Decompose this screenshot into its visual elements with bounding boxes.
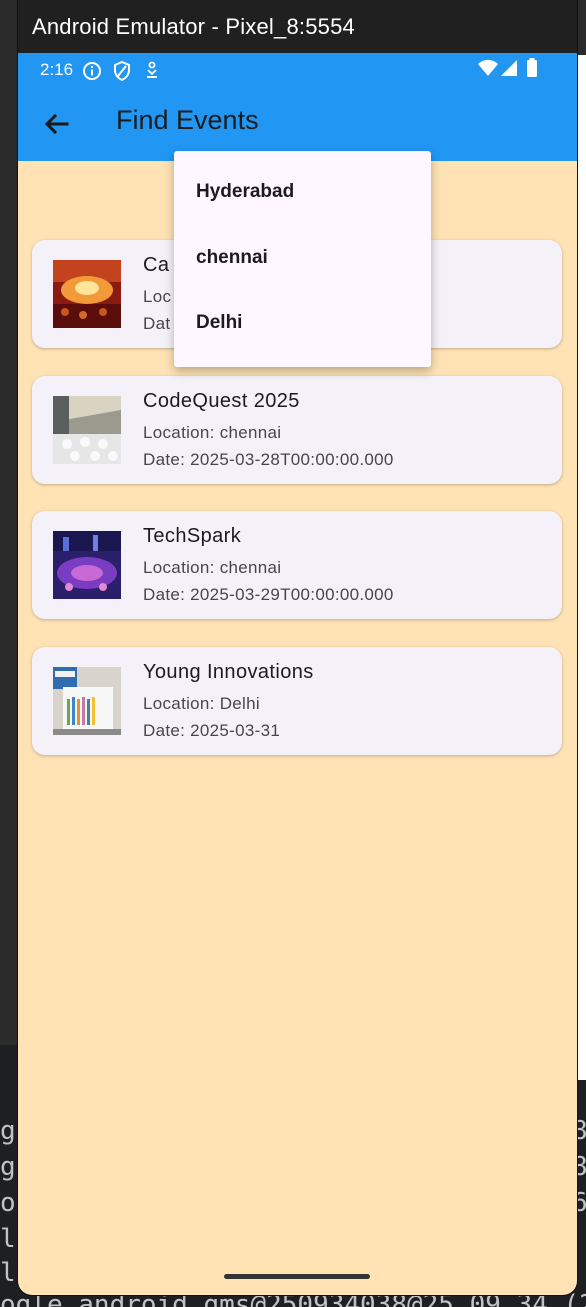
location-dropdown-menu: Hyderabad chennai Delhi (174, 151, 431, 367)
battery-icon (527, 58, 537, 77)
event-location: Location: chennai (143, 558, 282, 577)
expo-booth-image (53, 667, 121, 735)
event-name: Young Innovations (143, 661, 314, 683)
event-date: Dat (143, 314, 171, 333)
dropdown-option-delhi[interactable]: Delhi (196, 312, 242, 334)
info-circle-icon (83, 62, 101, 80)
event-name: TechSpark (143, 525, 242, 547)
home-gesture-bar[interactable] (224, 1274, 370, 1279)
purple-venue-image (53, 531, 121, 599)
signal-icon (501, 60, 517, 76)
event-date: Date: 2025-03-29T00:00:00.000 (143, 585, 394, 604)
event-name: CodeQuest 2025 (143, 390, 300, 412)
window-title-bar[interactable]: Android Emulator - Pixel_8:5554 (18, 0, 577, 53)
event-location: Loc (143, 287, 172, 306)
app-bar: Find Events (18, 87, 577, 161)
event-name: Ca (143, 254, 170, 276)
event-location: Location: Delhi (143, 694, 260, 713)
emulator-window: Android Emulator - Pixel_8:5554 2:16 Fin… (18, 0, 577, 1295)
event-date: Date: 2025-03-31 (143, 721, 281, 740)
dropdown-option-hyderabad[interactable]: Hyderabad (196, 181, 294, 203)
status-time: 2:16 (40, 60, 74, 79)
event-location: Location: chennai (143, 423, 282, 442)
wifi-icon (478, 59, 498, 76)
window-title: Android Emulator - Pixel_8:5554 (32, 14, 355, 39)
event-card[interactable]: CodeQuest 2025 Location: chennai Date: 2… (32, 376, 562, 484)
event-card[interactable]: Young Innovations Location: Delhi Date: … (32, 647, 562, 755)
conference-room-image (53, 396, 121, 464)
shield-icon (114, 61, 130, 81)
dropdown-option-chennai[interactable]: chennai (196, 247, 268, 269)
event-hall-red-image (53, 260, 121, 328)
background-window-edge (576, 55, 586, 1080)
event-card[interactable]: TechSpark Location: chennai Date: 2025-0… (32, 511, 562, 619)
arrow-back-icon[interactable] (38, 107, 74, 143)
download-icon (147, 61, 157, 78)
event-date: Date: 2025-03-28T00:00:00.000 (143, 450, 394, 469)
page-title: Find Events (116, 105, 259, 135)
status-bar: 2:16 (18, 53, 577, 87)
